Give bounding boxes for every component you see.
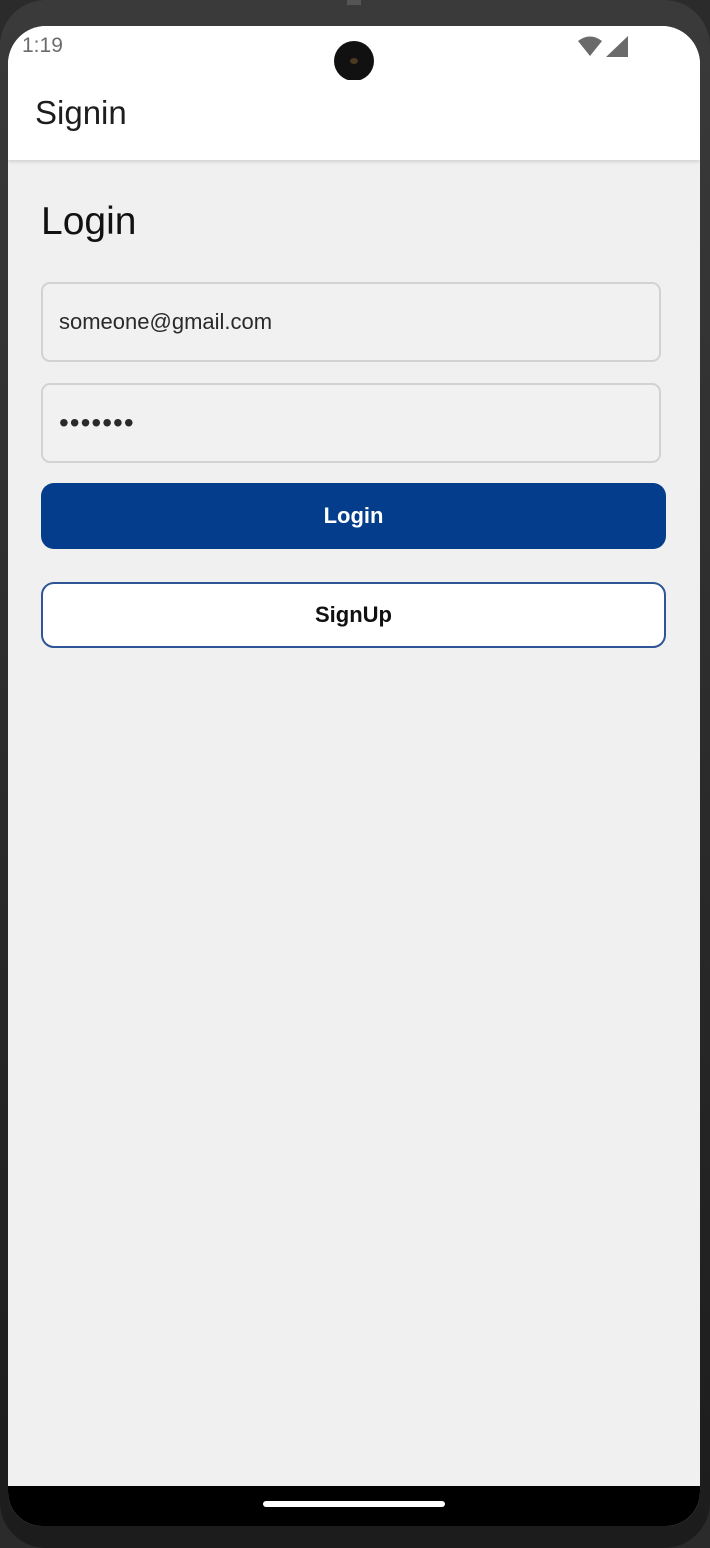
status-time: 1:19: [22, 34, 63, 57]
home-indicator[interactable]: [263, 1501, 445, 1507]
front-camera: [334, 41, 374, 81]
login-button[interactable]: Login: [41, 483, 666, 549]
status-bar: 1:19: [8, 26, 700, 81]
email-field[interactable]: [41, 282, 661, 362]
password-field[interactable]: [41, 383, 661, 463]
signup-button-label: SignUp: [315, 602, 392, 627]
status-icons: [578, 36, 628, 57]
app-bar: Signin: [8, 80, 700, 160]
app-screen: 1:19 Signin Login Login SignUp: [8, 26, 700, 1526]
system-navigation-bar: [8, 1486, 700, 1526]
email-input[interactable]: [43, 284, 659, 360]
signup-button[interactable]: SignUp: [41, 582, 666, 648]
login-heading: Login: [41, 200, 137, 243]
login-button-label: Login: [323, 503, 384, 528]
device-top-edge: [347, 0, 361, 5]
app-bar-title: Signin: [35, 94, 127, 131]
password-input[interactable]: [43, 385, 659, 461]
phone-frame: 1:19 Signin Login Login SignUp: [0, 0, 710, 1548]
wifi-icon: [578, 36, 602, 56]
cellular-signal-icon: [606, 36, 628, 57]
